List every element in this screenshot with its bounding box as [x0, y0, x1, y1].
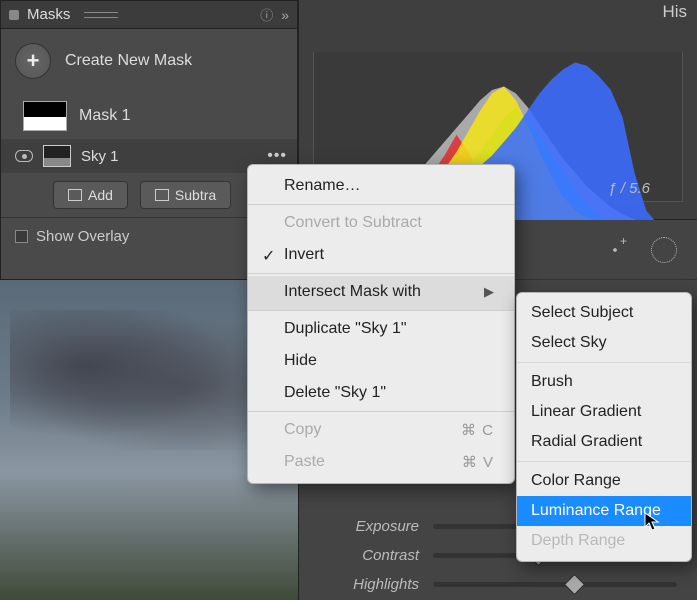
visibility-icon[interactable]: [15, 150, 33, 162]
contrast-label: Contrast: [299, 547, 419, 564]
highlights-slider[interactable]: Highlights: [299, 570, 697, 599]
mask-row-mask1[interactable]: Mask 1: [1, 93, 297, 139]
help-icon[interactable]: ⓘ: [260, 5, 273, 24]
ctx-paste-shortcut: ⌘ V: [462, 453, 494, 471]
mask1-thumb: [23, 101, 67, 131]
drag-handle-icon[interactable]: [84, 12, 118, 18]
ctx-duplicate[interactable]: Duplicate "Sky 1": [248, 313, 514, 345]
subtract-icon: [155, 189, 169, 201]
submenu-sep-1: [517, 362, 691, 363]
dotted-circle-icon[interactable]: [651, 237, 677, 263]
show-overlay-label: Show Overlay: [36, 228, 129, 245]
ctx-delete[interactable]: Delete "Sky 1": [248, 377, 514, 412]
submenu-arrow-icon: ▶: [484, 284, 494, 300]
sub-color-range[interactable]: Color Range: [517, 466, 691, 496]
subtract-button[interactable]: Subtra: [140, 181, 231, 209]
masks-icon: [9, 10, 19, 20]
show-overlay-checkbox[interactable]: [15, 230, 28, 243]
sub-select-subject[interactable]: Select Subject: [517, 298, 691, 328]
ctx-invert[interactable]: Invert: [248, 239, 514, 274]
mask1-label: Mask 1: [79, 107, 131, 125]
exposure-label: Exposure: [299, 518, 419, 535]
ctx-intersect-label: Intersect Mask with: [284, 283, 421, 301]
sky1-thumb: [43, 145, 71, 167]
masks-title: Masks: [27, 6, 70, 23]
ctx-copy-shortcut: ⌘ C: [461, 421, 494, 439]
sky1-label: Sky 1: [81, 148, 119, 165]
highlights-label: Highlights: [299, 576, 419, 593]
add-icon: [68, 189, 82, 201]
add-button[interactable]: Add: [53, 181, 128, 209]
masks-panel-header[interactable]: Masks ⓘ »: [1, 1, 297, 29]
sub-radial-gradient[interactable]: Radial Gradient: [517, 427, 691, 457]
sub-select-sky[interactable]: Select Sky: [517, 328, 691, 358]
ctx-copy: Copy ⌘ C: [248, 414, 514, 446]
sub-luminance-range[interactable]: Luminance Range: [517, 496, 691, 526]
ctx-convert: Convert to Subtract: [248, 207, 514, 239]
histogram-title: His: [662, 2, 687, 22]
sub-depth-range: Depth Range: [517, 526, 691, 556]
highlights-track: [433, 582, 677, 587]
ctx-intersect[interactable]: Intersect Mask with ▶: [248, 276, 514, 311]
ctx-rename[interactable]: Rename…: [248, 170, 514, 205]
preview-cloud: [10, 310, 260, 450]
sub-linear-gradient[interactable]: Linear Gradient: [517, 397, 691, 427]
create-new-mask-button[interactable]: + Create New Mask: [1, 29, 297, 93]
more-icon[interactable]: •••: [267, 147, 287, 165]
add-label: Add: [88, 187, 113, 203]
add-point-icon[interactable]: [605, 240, 625, 260]
ctx-copy-label: Copy: [284, 421, 321, 438]
submenu-sep-2: [517, 461, 691, 462]
context-menu: Rename… Convert to Subtract Invert Inter…: [247, 164, 515, 484]
subtract-label: Subtra: [175, 187, 216, 203]
sub-brush[interactable]: Brush: [517, 367, 691, 397]
collapse-icon[interactable]: »: [281, 7, 289, 23]
ctx-paste: Paste ⌘ V: [248, 446, 514, 478]
create-new-mask-label: Create New Mask: [65, 52, 192, 70]
ctx-paste-label: Paste: [284, 453, 325, 470]
intersect-submenu: Select Subject Select Sky Brush Linear G…: [516, 292, 692, 562]
ctx-hide[interactable]: Hide: [248, 345, 514, 377]
plus-icon[interactable]: +: [15, 43, 51, 79]
f-stop-readout: ƒ / 5.6: [608, 180, 650, 197]
